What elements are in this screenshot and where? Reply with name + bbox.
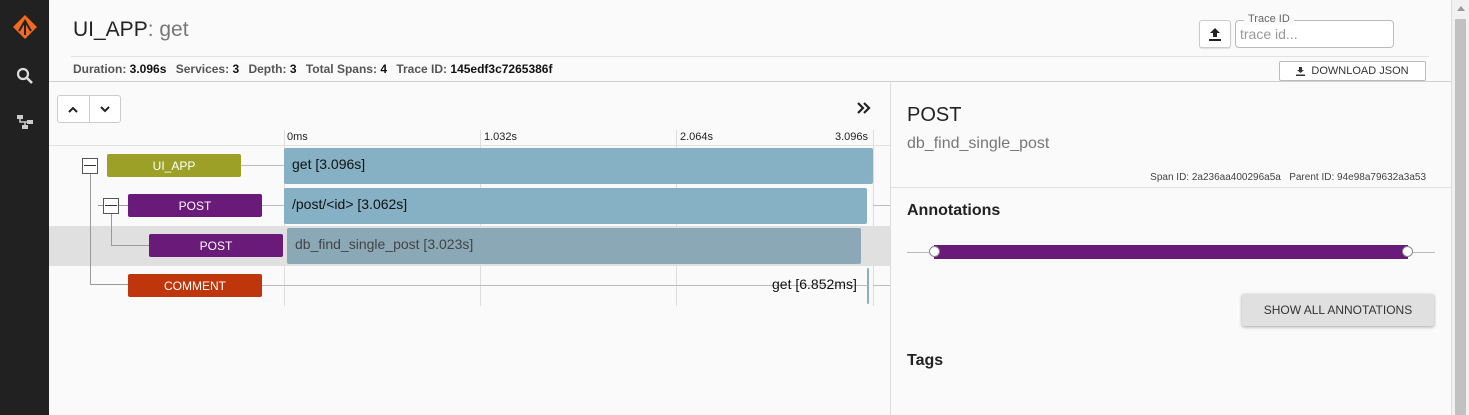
tree-connector	[111, 245, 149, 246]
expand-timeline-button[interactable]	[857, 98, 871, 119]
time-tick: 0ms	[287, 131, 308, 143]
depth-value: 3	[289, 62, 297, 76]
expand-collapse-group	[57, 95, 121, 123]
timeline-divider	[49, 145, 890, 146]
tree-connector	[90, 174, 91, 285]
duration-value: 3.096s	[129, 62, 167, 76]
time-tick: 2.064s	[680, 131, 714, 143]
total-spans-value: 4	[380, 62, 387, 76]
download-icon	[1296, 66, 1306, 76]
double-chevron-right-icon	[857, 102, 871, 114]
trace-id-value: 145edf3c7265386f	[450, 62, 553, 76]
grid-line	[873, 130, 874, 306]
sidebar	[0, 0, 49, 415]
span-id-value: 2a236aa400296a5a	[1191, 172, 1281, 183]
annotations-heading: Annotations	[907, 202, 1001, 219]
service-label-comment[interactable]: COMMENT	[128, 274, 262, 297]
upload-button[interactable]	[1199, 20, 1231, 48]
trace-timeline: 0ms 1.032s 2.064s 3.096s UI_APP POST POS…	[49, 82, 890, 415]
time-tick: 3.096s	[835, 131, 869, 143]
header-divider	[71, 56, 1429, 57]
collapse-toggle[interactable]	[82, 158, 98, 174]
tree-connector	[90, 284, 128, 285]
row-guide	[241, 165, 284, 166]
collapse-toggle[interactable]	[103, 198, 119, 214]
show-all-annotations-button[interactable]: SHOW ALL ANNOTATIONS	[1242, 294, 1434, 326]
depth-label: Depth:	[248, 62, 287, 76]
trace-service-name: UI_APP	[73, 18, 148, 41]
parent-id-value: 94e98a79632a3a53	[1337, 172, 1426, 183]
logo-icon[interactable]	[0, 9, 49, 45]
trace-operation-name: : get	[147, 18, 189, 41]
upload-icon	[1209, 27, 1221, 41]
span-bar-label: get [6.852ms]	[772, 276, 857, 292]
download-json-label: DOWNLOAD JSON	[1311, 65, 1409, 77]
chevron-down-icon	[100, 105, 110, 112]
annotation-marker[interactable]	[1402, 246, 1413, 257]
span-ids: Span ID: 2a236aa400296a5a Parent ID: 94e…	[1150, 172, 1426, 183]
span-bar[interactable]: /post/<id> [3.062s]	[284, 188, 867, 224]
annotation-marker[interactable]	[929, 246, 940, 257]
detail-divider	[891, 187, 1452, 188]
scroll-up-icon[interactable]	[1457, 6, 1465, 11]
span-name: db_find_single_post	[907, 135, 1050, 152]
trace-id-field[interactable]: Trace ID	[1235, 13, 1394, 48]
span-bar[interactable]: get [3.096s]	[284, 148, 873, 184]
row-guide	[873, 205, 890, 206]
time-tick: 1.032s	[484, 131, 518, 143]
page-title: UI_APP: get	[73, 18, 189, 42]
services-label: Services:	[175, 62, 230, 76]
trace-id-input[interactable]	[1238, 24, 1390, 44]
trace-summary: Duration: 3.096s Services: 3 Depth: 3 To…	[73, 62, 558, 76]
service-label-post[interactable]: POST	[149, 234, 283, 257]
service-label-ui-app[interactable]: UI_APP	[107, 154, 241, 177]
chevron-up-icon	[68, 106, 78, 113]
search-icon[interactable]	[0, 58, 49, 94]
row-guide	[873, 285, 890, 286]
trace-id-label: Trace ID:	[396, 62, 448, 76]
row-guide	[262, 205, 284, 206]
vertical-scrollbar[interactable]	[1451, 0, 1469, 415]
span-bar-selected[interactable]: db_find_single_post [3.023s]	[287, 228, 861, 264]
trace-header: UI_APP: get Trace ID Duration: 3.096s Se…	[49, 0, 1451, 82]
services-value: 3	[232, 62, 240, 76]
dependencies-icon[interactable]	[0, 104, 49, 140]
expand-all-button[interactable]	[88, 96, 121, 122]
tree-connector	[111, 214, 112, 245]
span-detail-panel: POST db_find_single_post Span ID: 2a236a…	[890, 82, 1452, 415]
span-service-title: POST	[907, 104, 962, 126]
duration-label: Duration:	[73, 62, 127, 76]
download-json-button[interactable]: DOWNLOAD JSON	[1279, 61, 1426, 81]
span-id-label: Span ID:	[1150, 172, 1190, 183]
total-spans-label: Total Spans:	[305, 62, 377, 76]
annotation-bar	[934, 245, 1408, 259]
service-label-post[interactable]: POST	[128, 194, 262, 217]
parent-id-label: Parent ID:	[1289, 172, 1335, 183]
span-bar[interactable]	[867, 268, 869, 304]
collapse-all-button[interactable]	[58, 96, 89, 122]
scrollbar-thumb[interactable]	[1455, 19, 1466, 415]
tags-heading: Tags	[907, 352, 944, 369]
